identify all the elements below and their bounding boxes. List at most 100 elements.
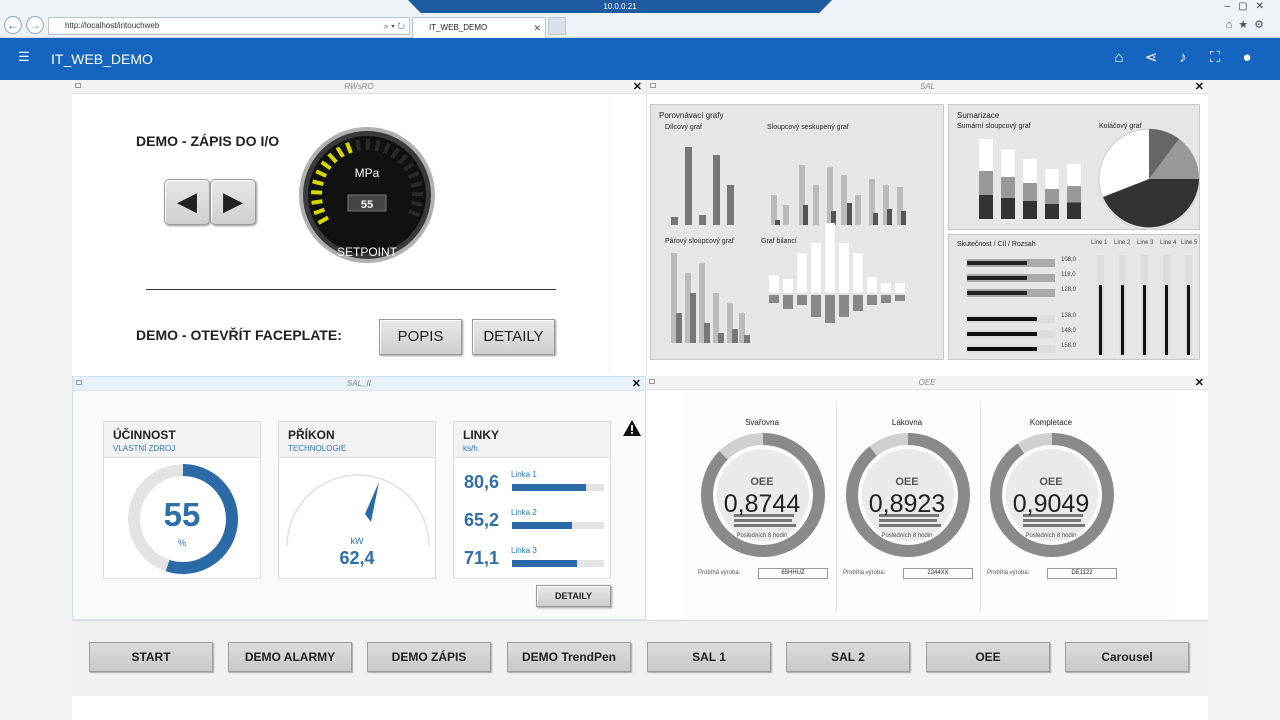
- oee-label: OEE: [1039, 476, 1063, 488]
- linka-bar-fill: [512, 522, 572, 529]
- close-icon[interactable]: ✕: [632, 377, 641, 391]
- mini-bar: [1023, 183, 1037, 201]
- mini-bar: [895, 295, 905, 301]
- oee-subtitle: Posledních 8 hodin: [881, 533, 933, 539]
- mini-bar: [699, 215, 706, 225]
- panel-oee: OEE ✕ Svařovna OEE 0,8744 Posledních 8 hodin…: [646, 376, 1208, 620]
- oee-subtitle: Posledních 8 hodin: [1025, 533, 1077, 539]
- mini-bar: [1001, 198, 1015, 219]
- linka-bar: [512, 522, 604, 529]
- gauge-needle-icon: [365, 482, 379, 522]
- window-controls[interactable]: –▢✕: [1225, 1, 1272, 12]
- bullet-bars: [967, 255, 1192, 355]
- tab-close-icon[interactable]: ✕: [533, 18, 541, 38]
- mini-bar: [839, 243, 849, 293]
- mini-bar: [901, 211, 906, 225]
- mini-bar: [1045, 189, 1059, 204]
- mini-bar: [744, 335, 750, 343]
- production-label: Probíhá výroba:: [698, 570, 741, 576]
- linka-label: Linka 3: [511, 546, 537, 555]
- main-content: RWsRO ✕ DEMO - ZÁPIS DO I/O ◀ ▶ MPa 55 SE…: [72, 80, 1208, 720]
- linka-value: 65,2: [464, 510, 500, 530]
- mini-bar: [967, 291, 1027, 295]
- nav-button-sal-1[interactable]: SAL 1: [647, 642, 771, 672]
- mini-bar: [967, 276, 1027, 280]
- gauge-tick: [374, 139, 381, 152]
- left-arrow-button[interactable]: ◀: [164, 179, 210, 225]
- menu-icon[interactable]: ☰: [18, 50, 32, 64]
- mini-bar: [839, 295, 849, 317]
- mini-bar: [769, 295, 779, 303]
- mini-bar: [797, 295, 807, 305]
- nav-button-demo-trendpen[interactable]: DEMO TrendPen: [507, 642, 631, 672]
- app-title: IT_WEB_DEMO: [51, 51, 153, 67]
- mini-bar: [718, 333, 724, 343]
- nav-button-demo-alarmy[interactable]: DEMO ALARMY: [228, 642, 352, 672]
- panel-header-title: SAL: [919, 82, 936, 91]
- share-icon[interactable]: ⋖: [1142, 49, 1160, 67]
- linky-title: LINKY: [463, 428, 499, 442]
- gauge-tick: [310, 190, 323, 195]
- close-icon[interactable]: ✕: [1195, 80, 1204, 94]
- home-icon[interactable]: ⌂: [1110, 49, 1128, 67]
- panel-header: RWsRO ✕: [72, 80, 646, 94]
- line-label: Line 4: [1160, 240, 1177, 246]
- oee-station-name: Svařovna: [745, 418, 779, 427]
- oee-station: Svařovna OEE 0,8744 Posledních 8 hodin Probí…: [692, 402, 832, 612]
- nav-button-demo-zápis[interactable]: DEMO ZÁPIS: [367, 642, 491, 672]
- close-icon[interactable]: ✕: [1195, 376, 1204, 390]
- nav-button-oee[interactable]: OEE: [926, 642, 1050, 672]
- account-icon[interactable]: ●: [1238, 49, 1256, 67]
- mini-bar: [1099, 285, 1102, 355]
- mini-bar: [847, 203, 852, 225]
- linky-detaily-button[interactable]: DETAILY: [536, 585, 611, 607]
- ucinnost-card: ÚČINNOST VLASTNÍ ZDROJ 55 %: [103, 421, 261, 579]
- mini-bar: [825, 295, 835, 323]
- mini-bar: [727, 185, 734, 225]
- oee-area: Svařovna OEE 0,8744 Posledních 8 hodin Probí…: [684, 392, 1170, 618]
- mini-bar: [671, 217, 678, 225]
- mini-bar: [783, 279, 793, 293]
- browser-toolbar-icons[interactable]: ⌂★⚙: [1226, 18, 1270, 31]
- mini-bar: [979, 171, 993, 195]
- search-icon[interactable]: ⌕ ▾ ↻: [384, 18, 405, 34]
- nav-button-start[interactable]: START: [89, 642, 213, 672]
- linka-value: 71,1: [464, 548, 500, 568]
- right-arrow-button[interactable]: ▶: [210, 179, 256, 225]
- comparison-mini-charts: [671, 147, 906, 343]
- forward-icon[interactable]: →: [26, 16, 44, 34]
- warning-icon[interactable]: [622, 419, 642, 437]
- apq-bar: [879, 519, 937, 522]
- nav-button-sal-2[interactable]: SAL 2: [786, 642, 910, 672]
- nav-button-carousel[interactable]: Carousel: [1065, 642, 1189, 672]
- bell-icon[interactable]: ♪: [1174, 49, 1192, 67]
- new-tab-button[interactable]: [548, 17, 566, 35]
- panel-header-title: RWsRO: [344, 82, 374, 91]
- browser-tab[interactable]: IT_WEB_DEMO ✕: [412, 17, 546, 38]
- mini-bar: [841, 175, 847, 225]
- summary-charts: Sumarizace Sumární sloupcový graf Koláčo…: [948, 104, 1200, 230]
- mini-bar: [783, 295, 793, 309]
- setpoint-gauge[interactable]: [296, 127, 438, 263]
- line-label: Line 5: [1181, 240, 1198, 246]
- popis-button[interactable]: POPIS: [379, 319, 462, 355]
- back-icon[interactable]: ←: [4, 16, 22, 34]
- detaily-button[interactable]: DETAILY: [472, 319, 555, 355]
- mini-bar: [1001, 177, 1015, 198]
- fullscreen-icon[interactable]: ⛶: [1206, 49, 1224, 67]
- mini-bar: [967, 332, 1037, 336]
- close-icon[interactable]: ✕: [633, 80, 642, 94]
- line-value: 108,0: [1061, 257, 1077, 263]
- remote-session-bar: 10.0.0.21: [408, 0, 832, 13]
- prikon-title: PŘÍKON: [288, 428, 335, 442]
- mini-bar: [1023, 201, 1037, 219]
- apq-bar: [879, 524, 941, 527]
- line-label: Line 2: [1114, 240, 1131, 246]
- mini-bar: [685, 147, 692, 225]
- panel-header: SAL_II ✕: [73, 377, 645, 391]
- address-bar[interactable]: http://localhost/intouchweb ⌕ ▾ ↻: [48, 17, 410, 35]
- prikon-value: 62,4: [339, 548, 375, 568]
- mini-bar: [732, 329, 738, 343]
- apq-bar: [734, 519, 792, 522]
- panel-header-title: SAL_II: [346, 379, 371, 388]
